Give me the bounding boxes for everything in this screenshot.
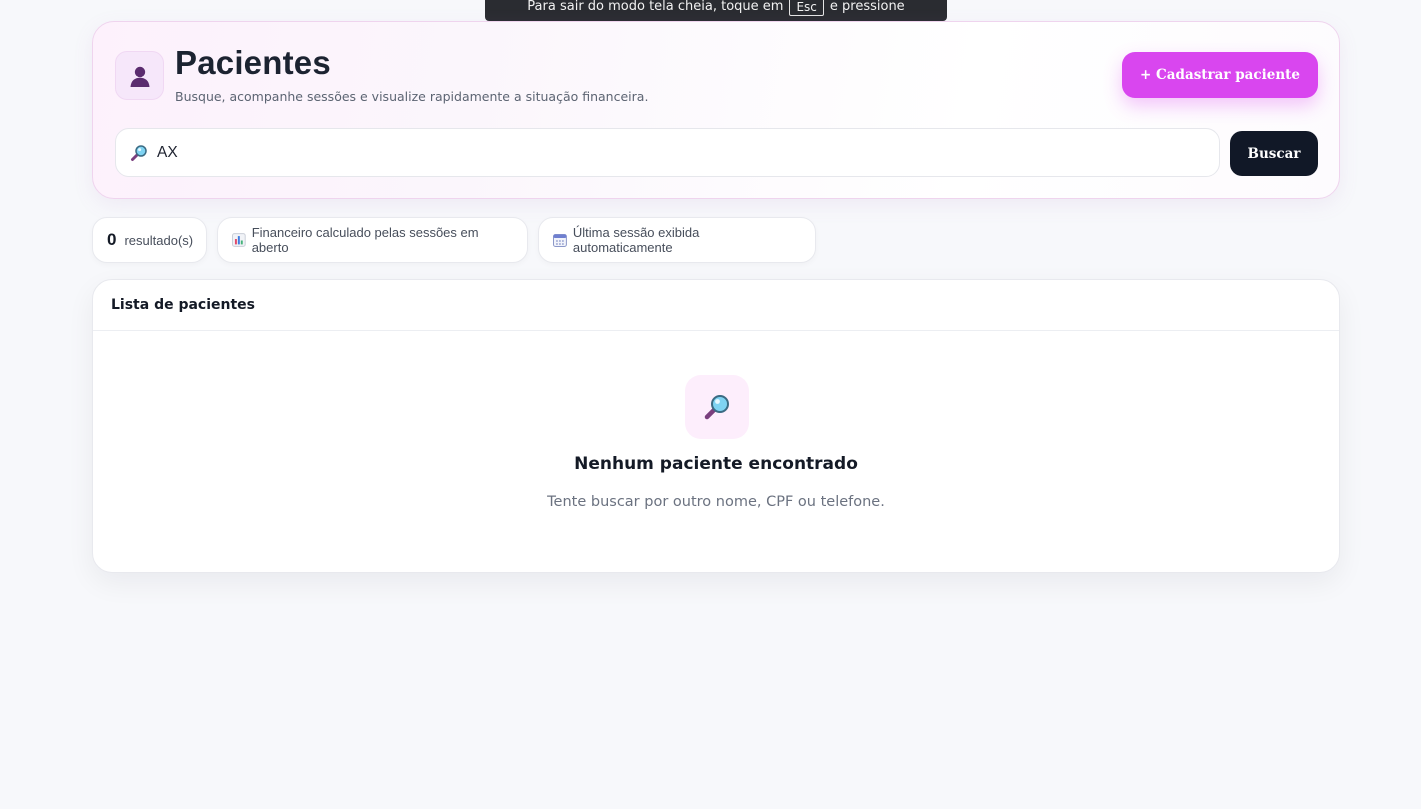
patient-list-divider [93,330,1339,331]
session-info-chip: Última sessão exibida automaticamente [538,217,816,263]
fullscreen-notice-text-after: e pressione [829,0,905,14]
empty-state-title: Nenhum paciente encontrado [574,454,858,474]
fullscreen-notice-text-before: Para sair do modo tela cheia, toque em [527,0,784,14]
bar-chart-icon [232,233,246,247]
search-box[interactable] [115,128,1220,177]
fullscreen-notice-key: Esc [789,0,824,16]
add-patient-button-label: + Cadastrar paciente [1140,67,1300,83]
patient-list-card: Lista de pacientes Nenhum paciente encon… [92,279,1340,573]
person-icon [130,66,149,87]
results-count-label: resultado(s) [124,232,194,248]
session-info-text: Última sessão exibida automaticamente [572,225,700,255]
empty-state-text: Tente buscar por outro nome, CPF ou tele… [547,494,885,510]
add-patient-button[interactable]: + Cadastrar paciente [1122,52,1318,98]
page-subtitle: Busque, acompanhe sessões e visualize ra… [175,89,649,104]
patient-list-title: Lista de pacientes [111,297,256,313]
page-title: Pacientes [175,44,331,81]
page-avatar [115,51,164,100]
results-count-chip: 0 resultado(s) [92,217,207,263]
search-button[interactable]: Buscar [1230,131,1318,176]
header-card: Pacientes Busque, acompanhe sessões e vi… [92,21,1340,199]
financial-info-text: Financeiro calculado pelas sessões em ab… [251,225,479,255]
search-input[interactable] [157,129,1219,176]
calendar-icon [553,234,567,247]
fullscreen-notice: Para sair do modo tela cheia, toque em E… [485,0,947,21]
empty-state-icon-tile [685,375,749,439]
magnifier-icon [131,144,147,161]
magnifier-icon [704,395,729,420]
results-count: 0 [107,230,117,249]
financial-info-chip: Financeiro calculado pelas sessões em ab… [217,217,528,263]
